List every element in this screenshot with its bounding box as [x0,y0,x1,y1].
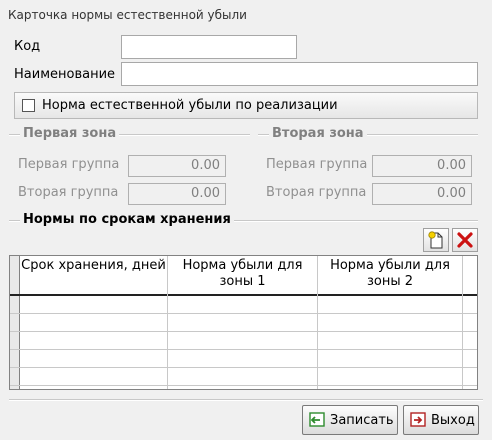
table-row[interactable] [10,367,477,368]
column-header-zone2-norm[interactable]: Норма убыли для зоны 2 [318,256,463,294]
norms-title: Нормы по срокам хранения [20,212,234,227]
column-header-storage-term[interactable]: Срок хранения, дней [20,256,168,294]
zone2-group1-field[interactable]: 0.00 [372,155,472,177]
exit-button[interactable]: Выход [403,405,479,435]
zone2-group2-label: Вторая группа [266,185,367,200]
footer-divider [9,399,483,401]
column-divider [167,294,168,389]
realization-norm-checkbox-row[interactable]: Норма естественной убыли по реализации [14,92,478,119]
add-record-icon [428,231,443,249]
row-indicator-column [10,256,20,389]
zone1-group1-label: Первая группа [18,157,120,172]
save-button-label: Записать [330,413,394,428]
zone1-group2-field[interactable]: 0.00 [128,183,226,205]
exit-button-label: Выход [431,413,475,428]
zone1-group2-label: Вторая группа [18,185,119,200]
save-button[interactable]: Записать [302,405,398,435]
zone1-title: Первая зона [20,126,120,141]
delete-record-button[interactable] [452,228,478,252]
code-input[interactable] [121,35,297,59]
window-title: Карточка нормы естественной убыли [8,8,247,22]
zone2-group1-label: Первая группа [266,157,368,172]
realization-norm-checkbox[interactable] [22,99,35,112]
realization-norm-label: Норма естественной убыли по реализации [42,98,338,113]
column-divider [462,294,463,389]
table-row[interactable] [10,385,477,386]
zone2-title: Вторая зона [269,126,367,141]
header-separator [10,294,477,296]
code-label: Код [14,39,41,54]
delete-record-icon [457,232,473,248]
column-header-zone1-norm[interactable]: Норма убыли для зоны 1 [168,256,318,294]
name-label: Наименование [14,67,116,82]
exit-icon [410,412,426,427]
table-row[interactable] [10,313,477,314]
add-record-button[interactable] [423,228,449,252]
column-divider [317,294,318,389]
zone1-group1-field[interactable]: 0.00 [128,155,226,177]
zone2-group2-field[interactable]: 0.00 [372,183,472,205]
save-icon [309,412,325,427]
name-input[interactable] [121,62,478,86]
norms-table[interactable]: Срок хранения, дней Норма убыли для зоны… [9,255,478,390]
title-bar: Карточка нормы естественной убыли [0,0,492,30]
table-row[interactable] [10,331,477,332]
table-row[interactable] [10,349,477,350]
